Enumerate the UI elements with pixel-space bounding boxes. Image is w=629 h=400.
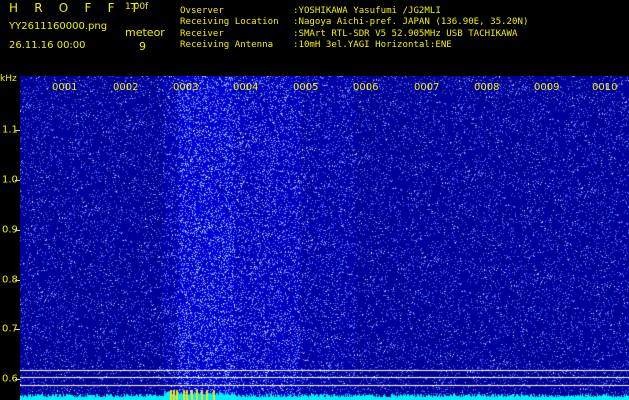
waterfall-canvas [20, 76, 629, 400]
x-tick-label: 0009 [534, 82, 560, 93]
x-tick-label: 0002 [113, 82, 139, 93]
y-tick-mark [15, 280, 20, 281]
observer-key: Ovserver [180, 6, 224, 16]
timestamp: 26.11.16 00:00 [9, 40, 86, 51]
y-axis-unit: kHz [0, 74, 17, 84]
meteor-count: 9 [139, 40, 146, 53]
x-tick-label: 0007 [414, 82, 440, 93]
observer-value: :YOSHIKAWA Yasufumi /JG2MLI [293, 6, 441, 16]
y-tick-mark [15, 230, 20, 231]
x-tick-label: 0010 [592, 82, 618, 93]
location-value: :Nagoya Aichi-pref. JAPAN (136.90E, 35.2… [293, 17, 529, 27]
receiver-key: Receiver [180, 29, 224, 39]
x-tick-label: 0008 [474, 82, 500, 93]
app-version: 1.00f [125, 2, 149, 12]
file-name: YY2611160000.png [9, 21, 108, 32]
y-tick-mark [15, 130, 20, 131]
antenna-key: Receiving Antenna [180, 40, 274, 50]
waterfall-plot [20, 76, 629, 400]
x-tick-label: 0006 [353, 82, 379, 93]
receiver-value: :SMArt RTL-SDR V5 52.905MHz USB TACHIKAW… [293, 29, 518, 39]
y-tick-mark [15, 180, 20, 181]
hrofft-window: H R O F F T 1.00f YY2611160000.png meteo… [0, 0, 629, 400]
x-tick-label: 0005 [293, 82, 319, 93]
info-header: H R O F F T 1.00f YY2611160000.png meteo… [0, 0, 629, 76]
location-key: Receiving Location [180, 17, 279, 27]
meteor-label: meteor [125, 26, 165, 39]
x-tick-label: 0001 [52, 82, 78, 93]
y-tick-mark [15, 329, 20, 330]
x-tick-label: 0003 [173, 82, 199, 93]
app-logo: H R O F F T [9, 1, 145, 15]
antenna-value: :10mH 3el.YAGI Horizontal:ENE [293, 40, 452, 50]
y-tick-mark [15, 379, 20, 380]
x-tick-label: 0004 [233, 82, 259, 93]
